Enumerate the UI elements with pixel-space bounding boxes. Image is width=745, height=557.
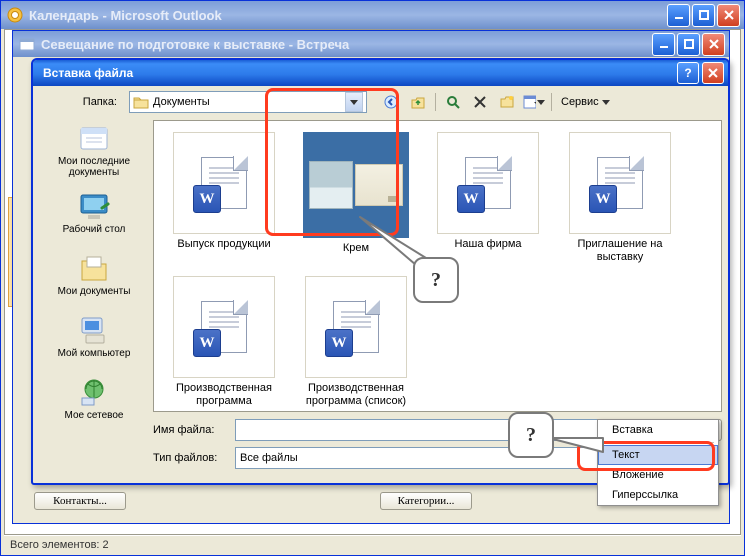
network-icon [78, 376, 110, 408]
delete-button[interactable] [468, 90, 492, 114]
folder-combo-text: Документы [153, 96, 345, 108]
word-doc-thumb: W [173, 276, 275, 378]
image-thumb [303, 132, 409, 238]
place-network[interactable]: Мое сетевое [44, 368, 144, 428]
file-item[interactable]: W Наша фирма [424, 127, 552, 267]
place-mydocs[interactable]: Мои документы [44, 244, 144, 304]
back-button[interactable] [379, 90, 403, 114]
service-label: Сервис [561, 96, 599, 108]
mydocs-icon [78, 252, 110, 284]
place-recent[interactable]: Мои последние документы [44, 120, 144, 180]
meeting-icon [19, 36, 35, 52]
word-doc-thumb: W [305, 276, 407, 378]
callout-box-1: ? [413, 257, 459, 303]
new-folder-button[interactable] [495, 90, 519, 114]
search-button[interactable] [441, 90, 465, 114]
recent-icon [78, 122, 110, 154]
outlook-minimize-button[interactable] [667, 4, 690, 27]
word-doc-thumb: W [569, 132, 671, 234]
outlook-icon [7, 7, 23, 23]
callout-box-2: ? [508, 412, 554, 458]
place-desktop-label: Рабочий стол [63, 224, 126, 235]
folder-combo-drop[interactable] [345, 92, 363, 112]
place-mydocs-label: Мои документы [58, 286, 131, 297]
categories-button[interactable]: Категории... [380, 492, 472, 510]
meeting-titlebar: Севещание по подготовке к выставке - Вст… [13, 31, 729, 57]
dialog-help-button[interactable]: ? [677, 62, 699, 84]
places-bar: Мои последние документы Рабочий стол Мои… [39, 120, 149, 477]
dialog-titlebar: Вставка файла ? [33, 60, 728, 86]
file-name-label: Приглашение на выставку [557, 238, 683, 263]
callout-q-1: ? [431, 269, 441, 292]
menu-item[interactable]: Текст [598, 445, 718, 465]
folder-icon [133, 95, 149, 109]
file-item[interactable]: W Выпуск продукции [160, 127, 288, 267]
file-name-label: Выпуск продукции [174, 238, 273, 251]
computer-icon [78, 314, 110, 346]
outlook-title: Календарь - Microsoft Outlook [29, 8, 667, 23]
menu-item[interactable]: Вложение [598, 465, 718, 485]
word-doc-thumb: W [173, 132, 275, 234]
file-item[interactable]: Крем [292, 127, 420, 267]
place-mycomputer-label: Мой компьютер [58, 348, 131, 359]
menu-item[interactable]: Гиперссылка [598, 485, 718, 505]
meeting-title: Севещание по подготовке к выставке - Вст… [41, 37, 652, 52]
meeting-minimize-button[interactable] [652, 33, 675, 56]
menu-item[interactable]: Вставка [598, 420, 718, 440]
outlook-close-button[interactable] [717, 4, 740, 27]
filename-label: Имя файла: [153, 424, 229, 436]
desktop-icon [78, 190, 110, 222]
file-name-label: Производственная программа [161, 382, 287, 407]
file-item[interactable]: W Производственная программа [160, 271, 288, 411]
file-item[interactable]: W Производственная программа (список) [292, 271, 420, 411]
place-desktop[interactable]: Рабочий стол [44, 182, 144, 242]
file-name-label: Крем [340, 242, 372, 255]
file-name-label: Производственная программа (список) [293, 382, 419, 407]
contacts-button[interactable]: Контакты... [34, 492, 126, 510]
dialog-close-button[interactable] [702, 62, 724, 84]
meeting-maximize-button[interactable] [677, 33, 700, 56]
folder-combo[interactable]: Документы [129, 91, 367, 113]
statusbar-text: Всего элементов: 2 [10, 539, 109, 551]
up-one-level-button[interactable] [406, 90, 430, 114]
service-menu[interactable]: Сервис [557, 91, 614, 113]
callout-q-2: ? [526, 424, 536, 447]
outlook-titlebar: Календарь - Microsoft Outlook [1, 1, 744, 29]
place-network-label: Мое сетевое [65, 410, 124, 421]
file-name-label: Наша фирма [451, 238, 524, 251]
views-button[interactable] [522, 90, 546, 114]
folder-label: Папка: [39, 96, 123, 108]
word-doc-thumb: W [437, 132, 539, 234]
place-recent-label: Мои последние документы [44, 156, 144, 178]
file-item[interactable]: W Приглашение на выставку [556, 127, 684, 267]
place-mycomputer[interactable]: Мой компьютер [44, 306, 144, 366]
insert-dropdown-menu: Вставка ТекстВложениеГиперссылка [597, 419, 719, 506]
outlook-maximize-button[interactable] [692, 4, 715, 27]
filetype-label: Тип файлов: [153, 452, 229, 464]
meeting-close-button[interactable] [702, 33, 725, 56]
statusbar: Всего элементов: 2 [4, 535, 741, 554]
dialog-toolbar: Сервис [379, 90, 614, 114]
dialog-title: Вставка файла [37, 66, 677, 80]
folder-row: Папка: Документы [39, 90, 722, 114]
